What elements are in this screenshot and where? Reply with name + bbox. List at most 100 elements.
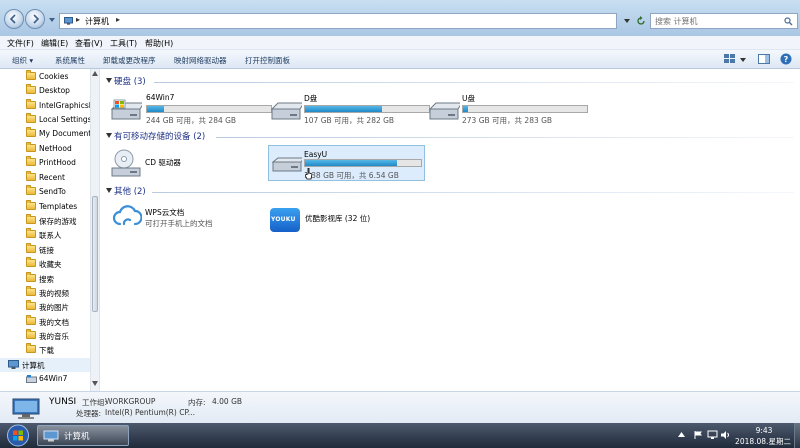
nav-folder-downloads[interactable]: 下载	[0, 343, 90, 357]
nav-folder-label: Cookies	[39, 72, 69, 81]
nav-folder-printhood[interactable]: PrintHood	[0, 156, 90, 170]
folder-icon	[26, 214, 36, 224]
removable-drive-icon	[272, 157, 302, 172]
folder-icon	[26, 99, 36, 109]
address-bar[interactable]: ▸ 计算机 ▸	[59, 13, 617, 29]
cloud-icon	[112, 205, 142, 226]
nav-folder-searches[interactable]: 搜索	[0, 272, 90, 286]
nav-folder-my-music[interactable]: 我的音乐	[0, 329, 90, 343]
nav-folder-my-documents[interactable]: My Documents	[0, 127, 90, 141]
drive-usage-bar	[304, 105, 430, 113]
nav-item-computer[interactable]: 计算机	[0, 358, 90, 372]
menu-view[interactable]: 查看(V)	[75, 38, 103, 49]
tray-expand-icon[interactable]	[678, 432, 685, 437]
search-input[interactable]	[651, 14, 787, 28]
map-network-drive-button[interactable]: 映射网络驱动器	[174, 55, 227, 66]
uninstall-program-button[interactable]: 卸载或更改程序	[103, 55, 156, 66]
nav-folder-templates[interactable]: Templates	[0, 200, 90, 214]
tile-youku[interactable]: YOUKU 优酷影视库 (32 位)	[270, 206, 420, 234]
group-title: 有可移动存储的设备 (2)	[114, 132, 206, 142]
start-button[interactable]	[3, 424, 33, 447]
nav-folder-sendto[interactable]: SendTo	[0, 185, 90, 199]
recent-pages-dropdown-icon[interactable]	[48, 16, 56, 24]
action-center-flag-icon[interactable]	[694, 430, 704, 440]
clock-time[interactable]: 9:43	[744, 426, 784, 435]
nav-folder-intelgraphics[interactable]: IntelGraphicsP	[0, 99, 90, 113]
collapse-arrow-icon[interactable]	[106, 188, 112, 193]
search-icon[interactable]	[784, 17, 793, 26]
scroll-thumb[interactable]	[92, 196, 98, 312]
nav-folder-favorites[interactable]: 收藏夹	[0, 257, 90, 271]
scroll-down-icon[interactable]	[92, 381, 98, 386]
show-desktop-button[interactable]	[794, 423, 800, 448]
item-name: 优酷影视库 (32 位)	[305, 214, 371, 223]
open-control-panel-button[interactable]: 打开控制面板	[245, 55, 290, 66]
menu-edit[interactable]: 编辑(E)	[41, 38, 68, 49]
preview-pane-icon[interactable]	[758, 54, 770, 64]
menu-file[interactable]: 文件(F)	[7, 38, 34, 49]
tile-wps-cloud[interactable]: WPS云文档 可打开手机上的文档	[110, 203, 260, 231]
clock-date[interactable]: 2018.08.星期二	[728, 436, 798, 447]
nav-folder-label: 联系人	[39, 231, 62, 240]
drive-usage-fill	[305, 160, 397, 166]
nav-folder-label: 链接	[39, 246, 54, 255]
nav-folder-my-docs[interactable]: 我的文档	[0, 315, 90, 329]
folder-icon	[26, 272, 36, 282]
drive-tile-64win7[interactable]: 64Win7 244 GB 可用，共 284 GB	[110, 93, 272, 125]
forward-button[interactable]	[25, 9, 45, 29]
network-icon[interactable]	[707, 430, 718, 440]
navigation-tree: Cookies Desktop IntelGraphicsP Local Set…	[0, 69, 90, 391]
nav-computer-label: 计算机	[22, 361, 45, 370]
nav-folder-desktop[interactable]: Desktop	[0, 84, 90, 98]
nav-folder-label: 搜索	[39, 275, 54, 284]
nav-folder-links[interactable]: 链接	[0, 243, 90, 257]
nav-scrollbar[interactable]	[90, 69, 99, 391]
nav-folder-cookies[interactable]: Cookies	[0, 70, 90, 84]
folder-icon	[26, 286, 36, 296]
address-separator[interactable]: ▸	[76, 15, 80, 24]
collapse-arrow-icon[interactable]	[106, 133, 112, 138]
hard-drive-icon	[270, 102, 302, 120]
nav-folder-contacts[interactable]: 联系人	[0, 228, 90, 242]
menu-help[interactable]: 帮助(H)	[145, 38, 173, 49]
forward-arrow-icon	[33, 14, 40, 24]
nav-folder-label: Recent	[39, 173, 65, 182]
nav-folder-label: 我的文档	[39, 318, 69, 327]
group-header-hdd[interactable]: 硬盘 (3)	[106, 75, 706, 87]
help-icon[interactable]: ?	[780, 53, 792, 65]
group-header-removable[interactable]: 有可移动存储的设备 (2)	[106, 130, 706, 142]
nav-folder-saved-games[interactable]: 保存的游戏	[0, 214, 90, 228]
nav-item-drive-64win7[interactable]: 64Win7	[0, 372, 90, 386]
address-dropdown-icon[interactable]	[620, 13, 634, 29]
change-view-icon[interactable]	[724, 54, 736, 64]
taskbar-item-computer[interactable]: 计算机	[37, 425, 129, 446]
view-options-dropdown-icon[interactable]	[740, 58, 746, 62]
nav-folder-my-pictures[interactable]: 我的图片	[0, 300, 90, 314]
nav-folder-recent[interactable]: Recent	[0, 171, 90, 185]
collapse-arrow-icon[interactable]	[106, 78, 112, 83]
nav-folder-local-settings[interactable]: Local Settings	[0, 113, 90, 127]
search-box[interactable]	[650, 13, 798, 29]
workgroup-label: 工作组:	[82, 398, 108, 407]
system-properties-button[interactable]: 系统属性	[55, 55, 85, 66]
drive-tile-cd[interactable]: CD 驱动器	[110, 146, 260, 180]
back-button[interactable]	[4, 9, 24, 29]
computer-icon	[12, 398, 40, 419]
memory-value: 4.00 GB	[212, 397, 243, 406]
nav-folder-nethood[interactable]: NetHood	[0, 142, 90, 156]
nav-folder-my-videos[interactable]: 我的视频	[0, 286, 90, 300]
drive-tile-easyu[interactable]: EasyU 1.38 GB 可用，共 6.54 GB	[268, 145, 425, 181]
menu-tools[interactable]: 工具(T)	[110, 38, 137, 49]
menu-bar: 文件(F) 编辑(E) 查看(V) 工具(T) 帮助(H)	[0, 36, 800, 50]
address-path-text[interactable]: 计算机	[85, 16, 109, 27]
scroll-up-icon[interactable]	[92, 71, 98, 76]
nav-folder-label: PrintHood	[39, 158, 76, 167]
group-header-other[interactable]: 其他 (2)	[106, 185, 706, 197]
folder-icon	[26, 228, 36, 238]
drive-tile-u[interactable]: U盘 273 GB 可用，共 283 GB	[428, 93, 588, 125]
address-separator[interactable]: ▸	[116, 15, 120, 24]
drive-tile-d[interactable]: D盘 107 GB 可用，共 282 GB	[270, 93, 430, 125]
drive-name: U盘	[462, 94, 475, 103]
organize-button[interactable]: 组织 ▾	[12, 55, 33, 66]
refresh-icon[interactable]	[634, 13, 648, 29]
